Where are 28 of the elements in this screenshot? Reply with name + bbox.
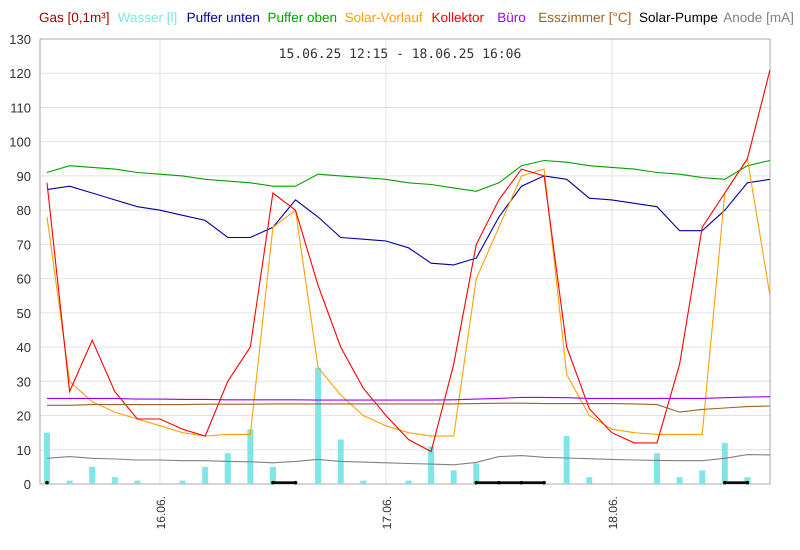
y-tick-label: 80 <box>16 203 31 218</box>
y-tick-label: 100 <box>9 134 31 150</box>
y-tick-label: 20 <box>16 408 31 424</box>
legend-item: Puffer unten <box>186 10 260 25</box>
legend-item: Solar-Vorlauf <box>344 10 423 25</box>
legend-item: Anode [mA] <box>723 10 794 25</box>
x-tick-label: 18.06. <box>606 496 620 530</box>
y-tick-label: 10 <box>16 442 31 458</box>
legend-item: Esszimmer [°C] <box>538 10 632 25</box>
y-tick-label: 0 <box>24 477 31 492</box>
y-tick-label: 70 <box>16 237 31 252</box>
legend-item: Puffer oben <box>267 10 337 25</box>
y-tick-label: 60 <box>16 272 31 287</box>
legend-item: Büro <box>497 10 526 25</box>
y-tick-label: 130 <box>9 32 31 47</box>
y-tick-label: 50 <box>16 306 31 321</box>
legend-item: Kollektor <box>432 10 484 25</box>
y-tick-label: 120 <box>9 66 31 82</box>
x-tick-label: 17.06. <box>380 496 394 530</box>
legend-item: Gas [0,1m³] <box>39 10 110 25</box>
y-tick-label: 90 <box>16 168 31 184</box>
legend-item: Solar-Pumpe <box>639 10 718 25</box>
chart-title: 15.06.25 12:15 - 18.06.25 16:06 <box>278 47 522 62</box>
y-tick-label: 30 <box>16 374 31 390</box>
legend-item: Wasser [l] <box>118 10 178 25</box>
y-tick-label: 40 <box>16 340 31 356</box>
y-tick-label: 110 <box>10 100 31 116</box>
x-tick-label: 16.06. <box>154 496 168 530</box>
